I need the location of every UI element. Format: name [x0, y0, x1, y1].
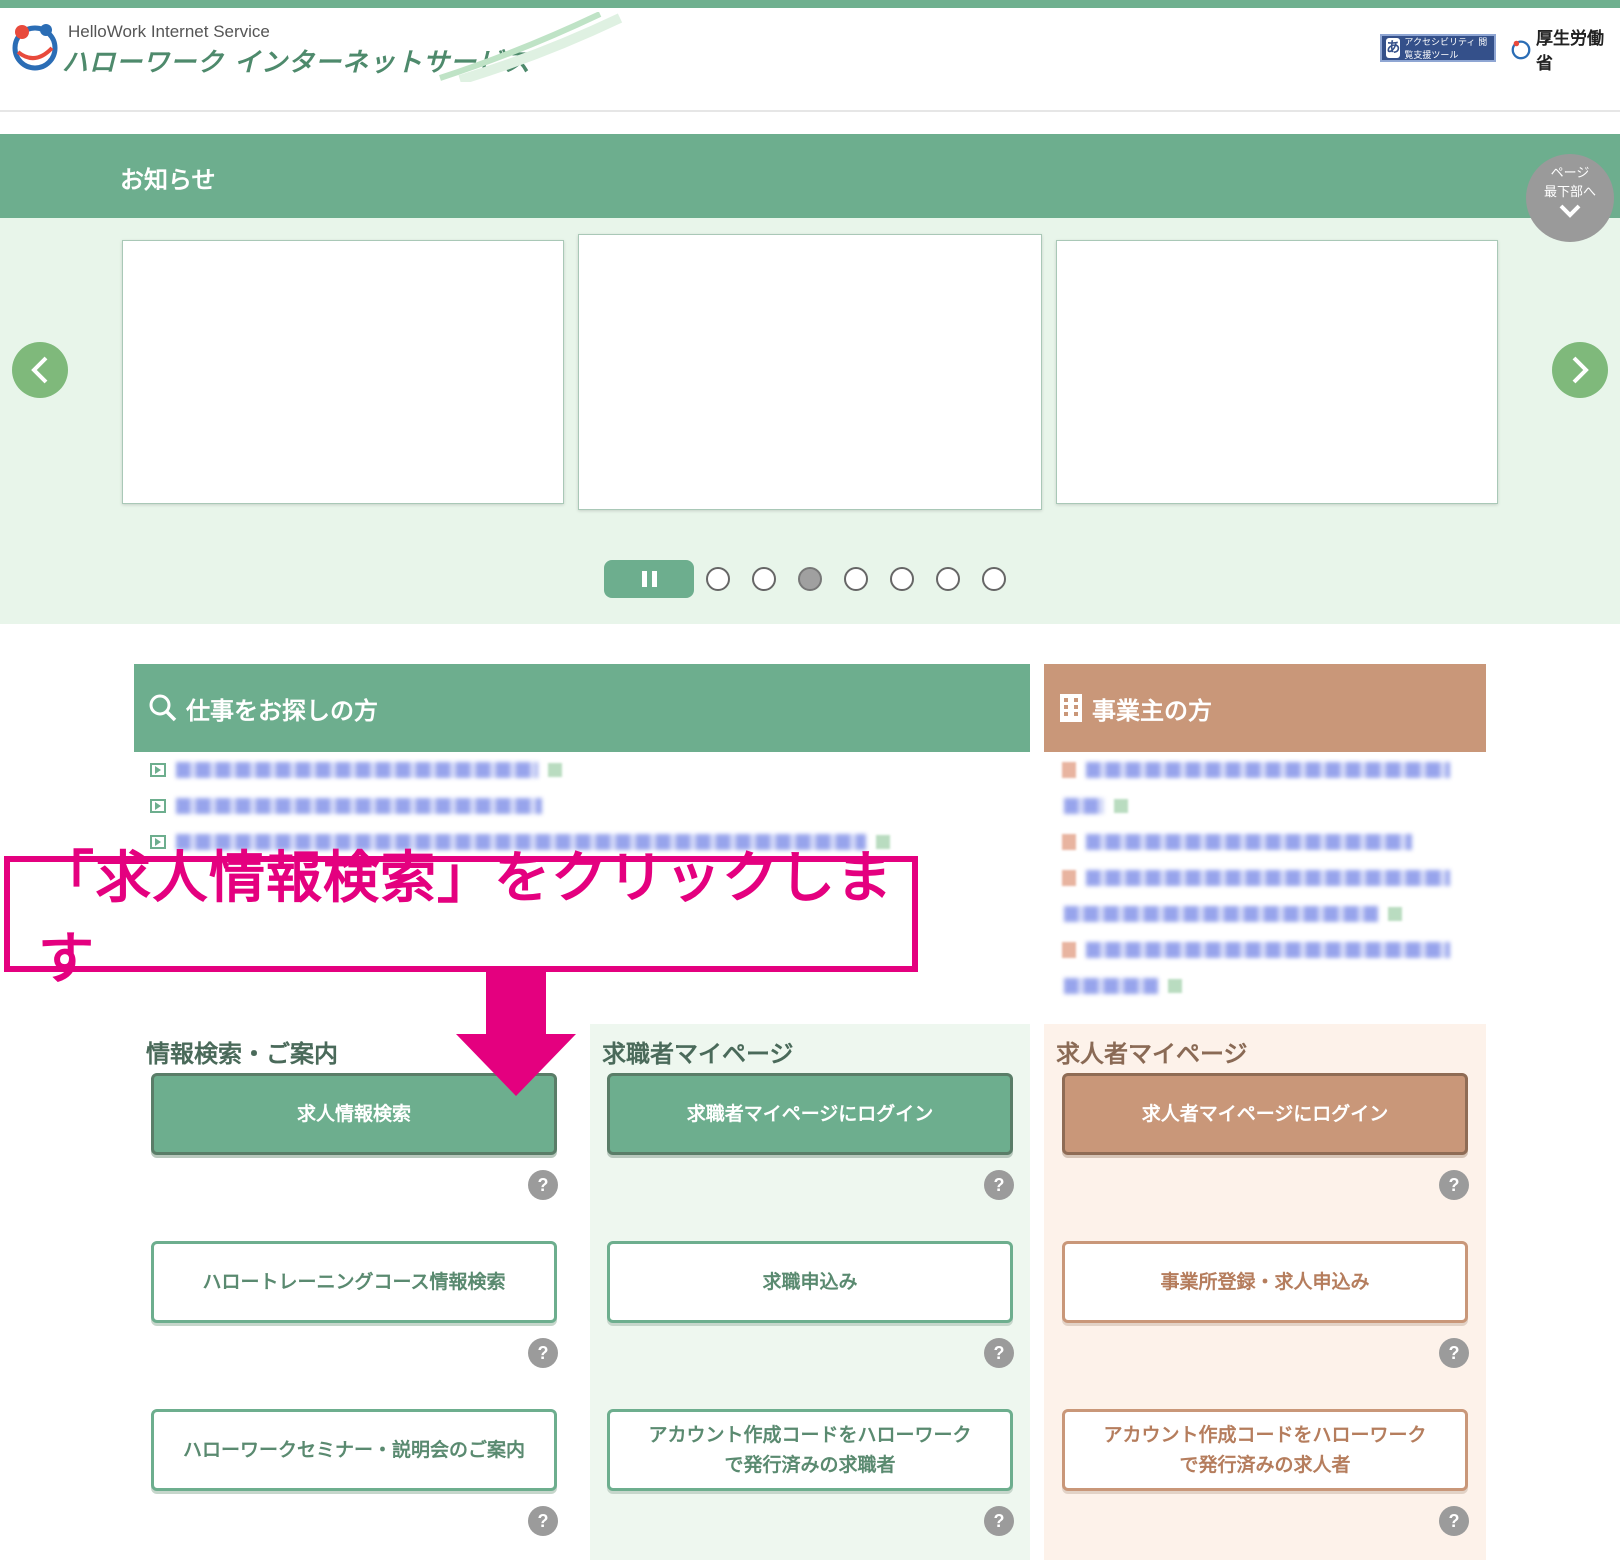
logo-swoosh-decoration: [439, 12, 623, 82]
info-search-title: 情報検索・ご案内: [146, 1040, 338, 1068]
chevron-down-icon: [1559, 204, 1581, 218]
seeker-account-code-label: アカウント作成コードをハローワークで発行済みの求職者: [648, 1424, 972, 1476]
to-bottom-label-1: ページ: [1550, 166, 1590, 181]
ministry-logo[interactable]: 厚生労働省: [1510, 29, 1614, 74]
training-course-search-button[interactable]: ハロートレーニングコース情報検索: [151, 1241, 557, 1323]
carousel-slide[interactable]: [122, 240, 564, 504]
carousel-slide[interactable]: [1056, 240, 1498, 504]
employer-mypage-title: 求人者マイページ: [1056, 1040, 1248, 1068]
carousel-dot-2[interactable]: [752, 567, 776, 591]
seminar-info-button[interactable]: ハローワークセミナー・説明会のご案内: [151, 1409, 557, 1491]
carousel-pause-button[interactable]: [604, 560, 694, 598]
seeker-account-code-button[interactable]: アカウント作成コードをハローワークで発行済みの求職者: [607, 1409, 1013, 1491]
employer-registration-label: 事業所登録・求人申込み: [1160, 1271, 1370, 1293]
scroll-to-bottom-button[interactable]: ページ 最下部へ: [1526, 154, 1614, 242]
help-icon[interactable]: ?: [528, 1338, 558, 1368]
job-search-button-label: 求人情報検索: [296, 1103, 411, 1125]
carousel-dot-5[interactable]: [890, 567, 914, 591]
seeker-login-label: 求職者マイページにログイン: [686, 1103, 934, 1125]
job-seekers-title: 仕事をお探しの方: [186, 696, 378, 725]
help-icon[interactable]: ?: [984, 1338, 1014, 1368]
employers-header: 事業主の方: [1044, 664, 1486, 752]
employer-account-code-button[interactable]: アカウント作成コードをハローワークで発行済みの求人者: [1062, 1409, 1468, 1491]
seeker-login-button[interactable]: 求職者マイページにログイン: [607, 1073, 1013, 1155]
carousel-dot-1[interactable]: [706, 567, 730, 591]
seeker-mypage-title: 求職者マイページ: [602, 1040, 794, 1068]
list-item[interactable]: [1062, 968, 1462, 1004]
to-bottom-label-2: 最下部へ: [1543, 185, 1596, 200]
chevron-right-icon: [1572, 356, 1589, 384]
list-item[interactable]: [1062, 752, 1462, 788]
top-accent-bar: [0, 0, 1620, 8]
job-application-label: 求職申込み: [762, 1271, 858, 1293]
list-item[interactable]: [150, 788, 890, 824]
carousel-dot-3[interactable]: [798, 567, 822, 591]
ministry-emblem-icon: [1511, 40, 1531, 60]
accessibility-label: アクセシビリティ 閲覧支援ツール: [1404, 38, 1488, 61]
ministry-name: 厚生労働省: [1536, 29, 1605, 74]
employers-links: [1062, 752, 1462, 1004]
list-item[interactable]: [1062, 860, 1462, 896]
carousel-dot-7[interactable]: [982, 567, 1006, 591]
chevron-left-icon: [31, 356, 48, 384]
list-item[interactable]: [150, 752, 890, 788]
site-header: HelloWork Internet Service ハローワーク インターネッ…: [0, 8, 1620, 112]
logo-english-text: HelloWork Internet Service: [68, 22, 270, 41]
hellowork-logo-icon[interactable]: [8, 18, 62, 72]
help-icon[interactable]: ?: [984, 1170, 1014, 1200]
carousel-slide-current[interactable]: [578, 234, 1042, 510]
accessibility-icon: あ: [1386, 38, 1401, 58]
seminar-info-label: ハローワークセミナー・説明会のご案内: [182, 1439, 525, 1461]
employers-title: 事業主の方: [1092, 696, 1212, 725]
employer-login-button[interactable]: 求人者マイページにログイン: [1062, 1073, 1468, 1155]
instruction-callout-text: 「求人情報検索」をクリックします: [38, 846, 893, 992]
notice-bar: お知らせ: [0, 134, 1620, 218]
job-application-button[interactable]: 求職申込み: [607, 1241, 1013, 1323]
list-item[interactable]: [1062, 824, 1462, 860]
list-item[interactable]: [1062, 932, 1462, 968]
arrow-down-icon: [456, 972, 576, 1096]
carousel-indicators: [604, 560, 1028, 598]
carousel-next-button[interactable]: [1552, 342, 1608, 398]
list-item[interactable]: [1062, 896, 1462, 932]
help-icon[interactable]: ?: [1439, 1338, 1469, 1368]
search-icon: [149, 694, 177, 722]
building-icon: [1060, 694, 1082, 722]
help-icon[interactable]: ?: [1439, 1170, 1469, 1200]
notice-title: お知らせ: [120, 166, 216, 194]
help-icon[interactable]: ?: [528, 1170, 558, 1200]
job-seekers-header: 仕事をお探しの方: [134, 664, 1030, 752]
help-icon[interactable]: ?: [528, 1506, 558, 1536]
employer-registration-button[interactable]: 事業所登録・求人申込み: [1062, 1241, 1468, 1323]
training-course-search-label: ハロートレーニングコース情報検索: [202, 1271, 506, 1293]
list-item[interactable]: [1062, 788, 1462, 824]
accessibility-tool-button[interactable]: あ アクセシビリティ 閲覧支援ツール: [1380, 34, 1496, 62]
carousel-dot-4[interactable]: [844, 567, 868, 591]
employer-account-code-label: アカウント作成コードをハローワークで発行済みの求人者: [1103, 1424, 1427, 1476]
carousel-prev-button[interactable]: [12, 342, 68, 398]
employer-login-label: 求人者マイページにログイン: [1141, 1103, 1389, 1125]
help-icon[interactable]: ?: [1439, 1506, 1469, 1536]
instruction-callout: 「求人情報検索」をクリックします: [4, 846, 918, 992]
help-icon[interactable]: ?: [984, 1506, 1014, 1536]
carousel-dot-6[interactable]: [936, 567, 960, 591]
